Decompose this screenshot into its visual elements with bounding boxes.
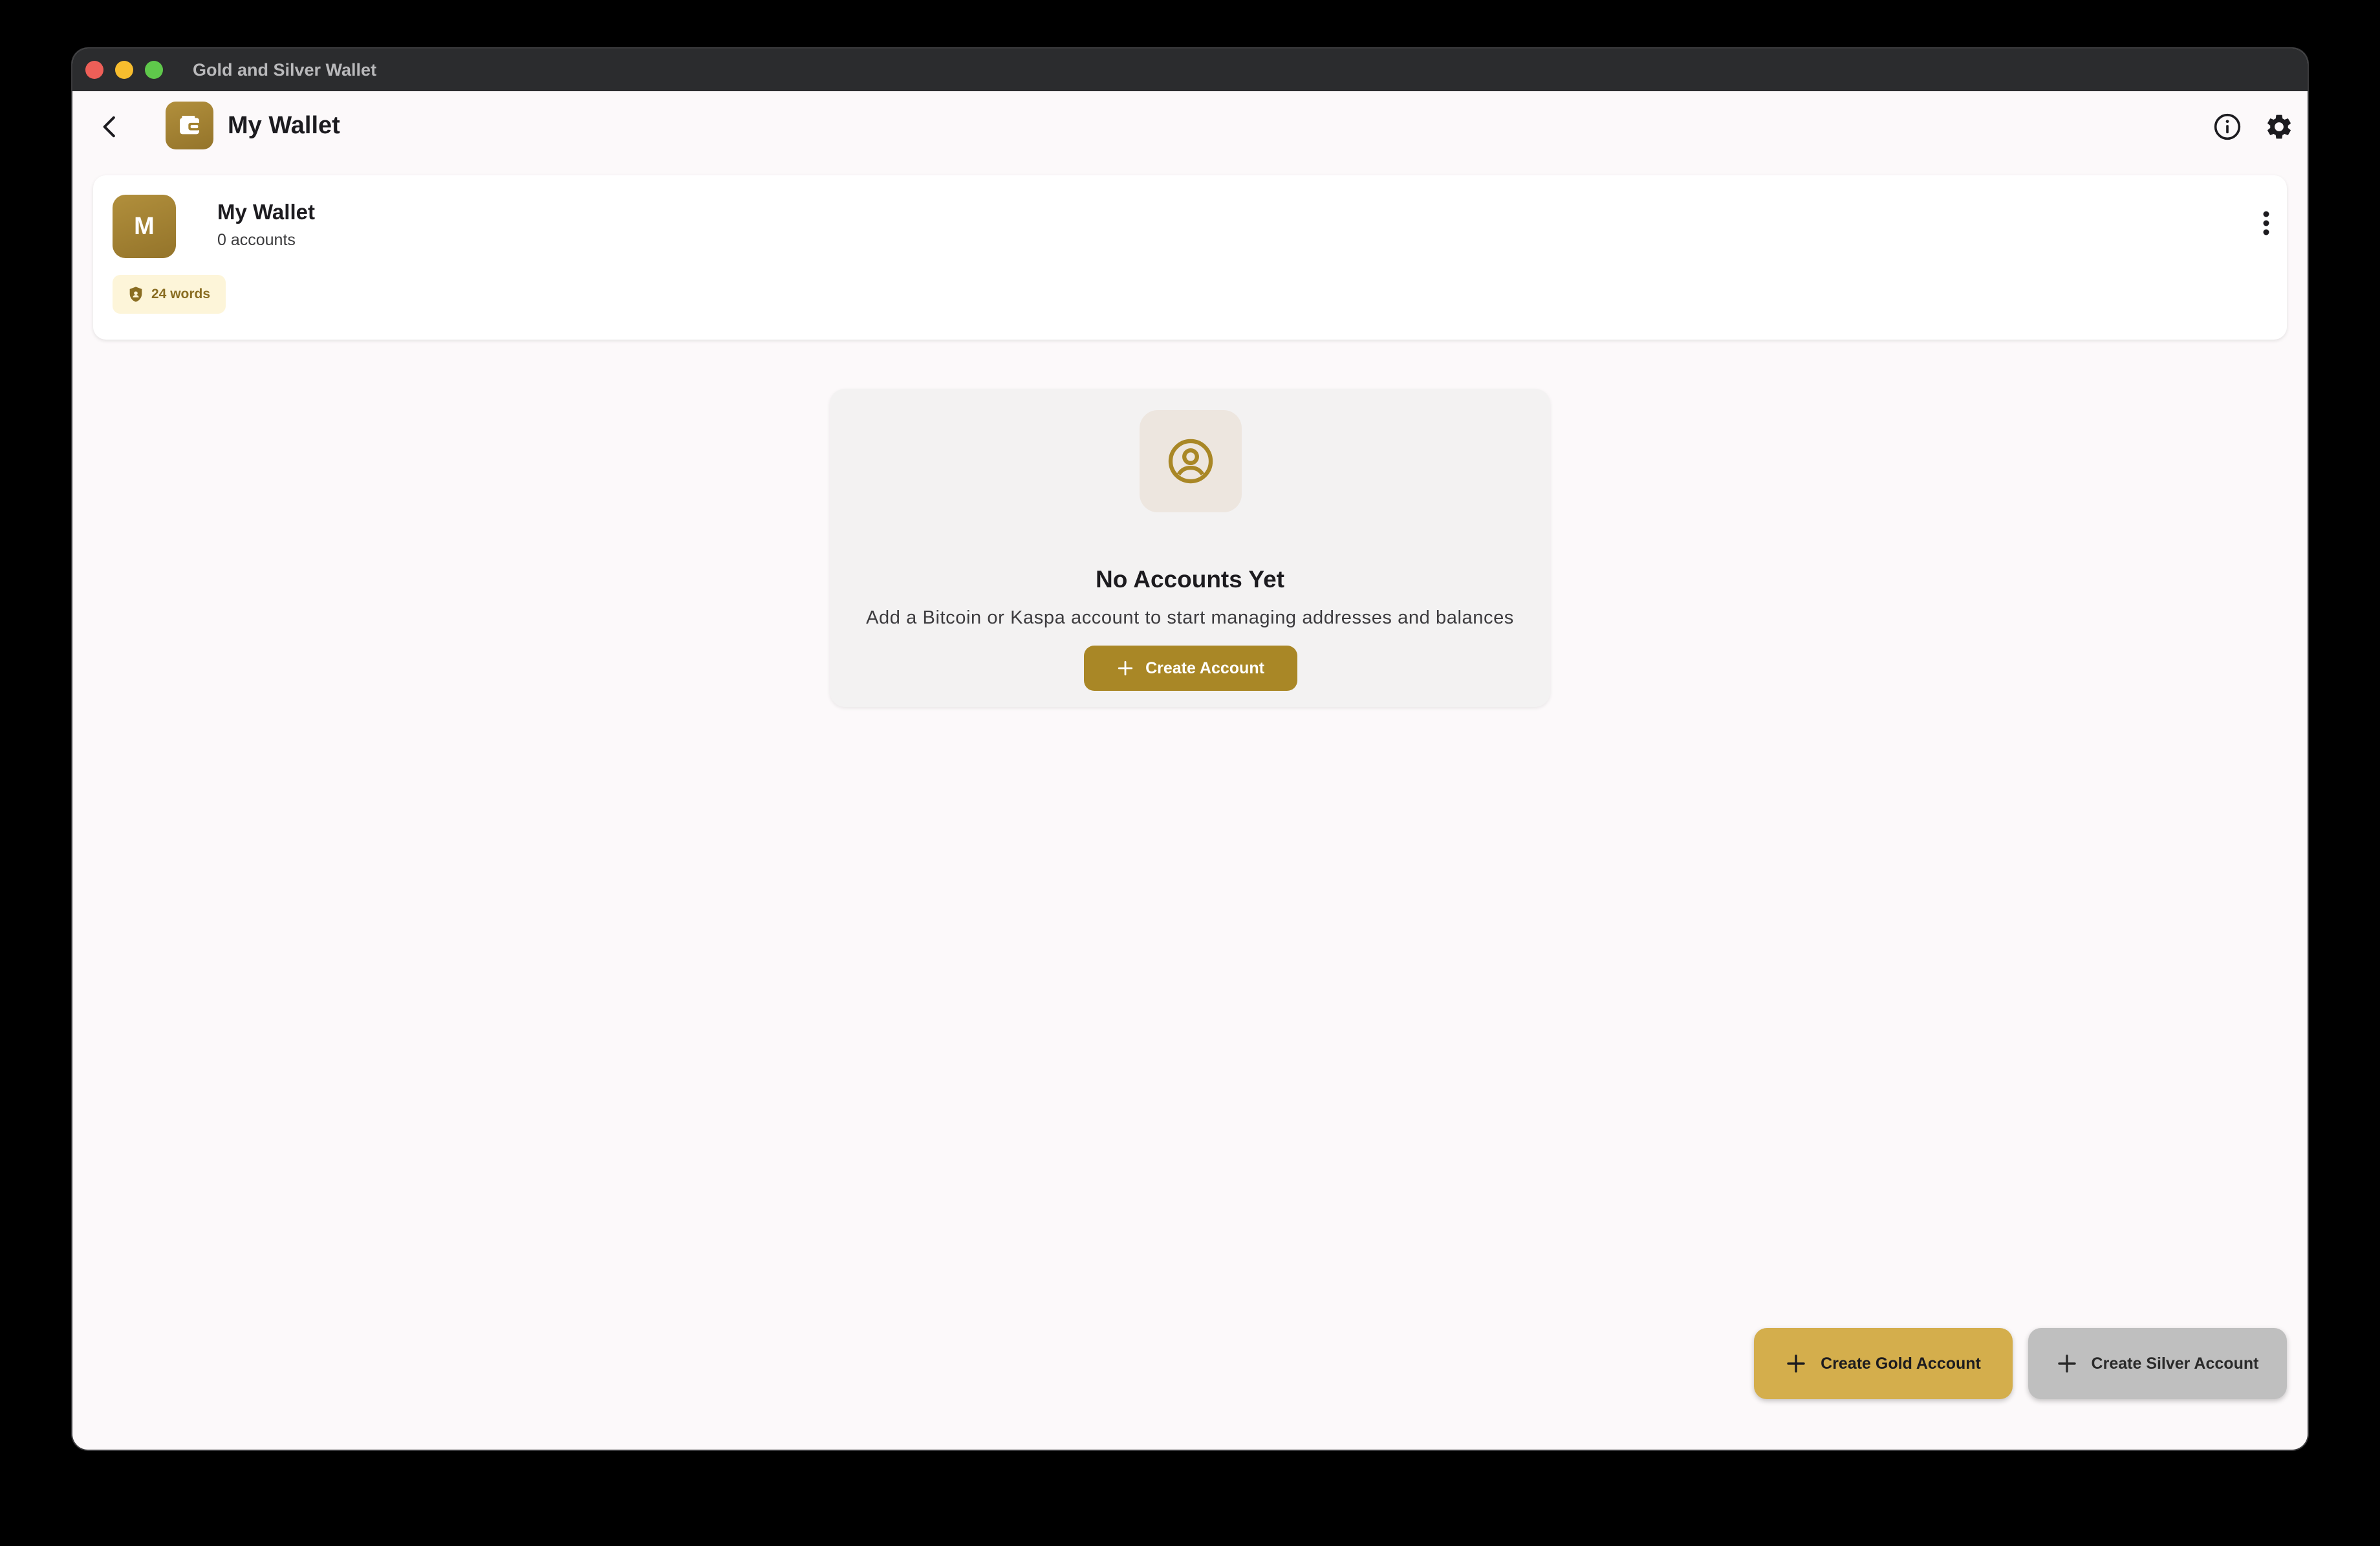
account-circle-icon: [1168, 439, 1213, 484]
title-bar: Gold and Silver Wallet: [72, 49, 2308, 91]
wallet-name: My Wallet: [217, 200, 315, 224]
gear-icon: [2267, 114, 2291, 139]
plus-icon: [2057, 1355, 2076, 1373]
plus-icon: [1787, 1355, 1805, 1373]
create-silver-account-label: Create Silver Account: [2091, 1354, 2259, 1373]
empty-state-title: No Accounts Yet: [1096, 566, 1284, 593]
chevron-left-icon: [103, 116, 115, 138]
app-bar: My Wallet: [72, 91, 2308, 162]
close-window-button[interactable]: [85, 61, 103, 79]
window-controls: [85, 61, 163, 79]
empty-state-icon-box: [1140, 410, 1242, 512]
create-account-label: Create Account: [1145, 659, 1264, 677]
maximize-window-button[interactable]: [145, 61, 163, 79]
create-account-button[interactable]: Create Account: [1084, 646, 1297, 691]
minimize-window-button[interactable]: [115, 61, 133, 79]
info-icon: [2214, 113, 2241, 140]
seed-words-badge: 24 words: [113, 275, 226, 314]
more-options-button[interactable]: [2251, 205, 2282, 241]
page-title: My Wallet: [228, 112, 340, 139]
info-button[interactable]: [2208, 107, 2247, 146]
shield-icon: [129, 287, 142, 302]
account-count: 0 accounts: [217, 231, 296, 249]
wallet-icon: [180, 116, 200, 135]
empty-state-description: Add a Bitcoin or Kaspa account to start …: [866, 607, 1514, 628]
wallet-logo: [166, 102, 213, 149]
create-gold-account-label: Create Gold Account: [1821, 1354, 1981, 1373]
create-gold-account-button[interactable]: Create Gold Account: [1754, 1328, 2013, 1399]
create-silver-account-button[interactable]: Create Silver Account: [2028, 1328, 2287, 1399]
app-window: Gold and Silver Wallet My Wallet M My Wa…: [72, 49, 2308, 1450]
settings-button[interactable]: [2260, 107, 2299, 146]
more-vert-icon: [2263, 211, 2269, 235]
window-title: Gold and Silver Wallet: [193, 60, 377, 80]
plus-icon: [1118, 660, 1133, 676]
wallet-avatar: M: [113, 195, 176, 258]
back-button[interactable]: [92, 109, 128, 145]
seed-words-label: 24 words: [151, 287, 211, 301]
wallet-card[interactable]: M My Wallet 0 accounts 24 words: [93, 175, 2287, 340]
empty-state-card: No Accounts Yet Add a Bitcoin or Kaspa a…: [830, 389, 1550, 707]
